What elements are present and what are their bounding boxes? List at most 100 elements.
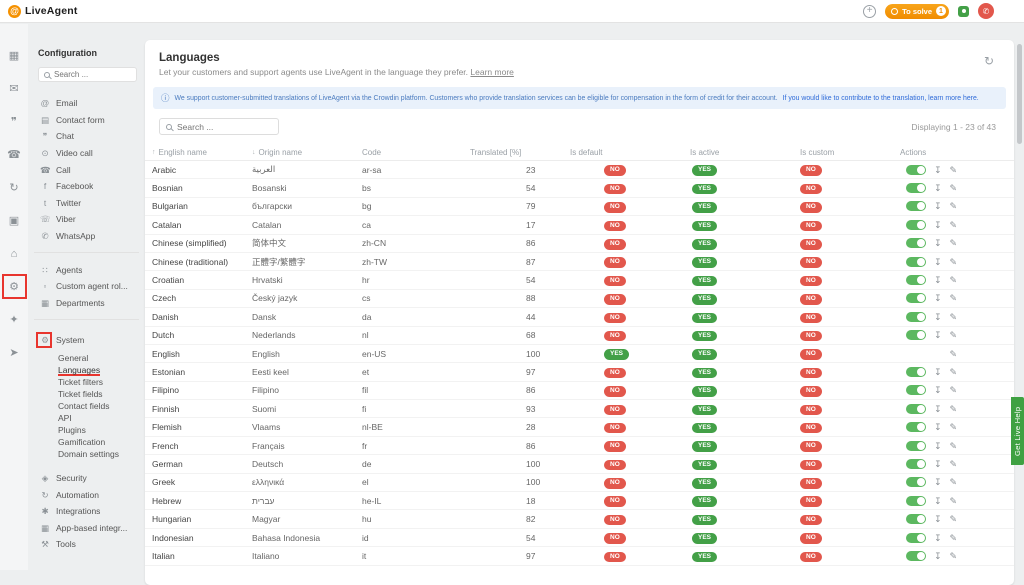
history-icon[interactable]: ↻ <box>9 182 18 194</box>
tickets-icon[interactable]: ▣ <box>9 215 19 227</box>
table-row[interactable]: Italian Italiano it 97 NO YES NO ↧ ✎ <box>145 547 1014 565</box>
edit-icon[interactable]: ✎ <box>950 257 958 267</box>
banner-learn-more-link[interactable]: If you would like to contribute to the t… <box>783 95 979 102</box>
active-toggle[interactable] <box>906 551 926 561</box>
table-row[interactable]: Croatian Hrvatski hr 54 NO YES NO ↧ ✎ <box>145 271 1014 289</box>
active-toggle[interactable] <box>906 496 926 506</box>
download-icon[interactable]: ↧ <box>934 514 942 524</box>
table-row[interactable]: Chinese (traditional) 正體字/繁體字 zh-TW 87 N… <box>145 253 1014 271</box>
sidebar-item-automation[interactable]: ↻ Automation <box>28 486 145 503</box>
sidebar-item-app-based-integr[interactable]: ▦ App-based integr... <box>28 520 145 537</box>
download-icon[interactable]: ↧ <box>934 477 942 487</box>
sidebar-item-call[interactable]: ☎ Call <box>28 161 145 178</box>
gamification-icon[interactable]: ✦ <box>9 314 18 326</box>
download-icon[interactable]: ↧ <box>934 183 942 193</box>
edit-icon[interactable]: ✎ <box>950 404 958 414</box>
download-icon[interactable]: ↧ <box>934 551 942 561</box>
active-toggle[interactable] <box>906 201 926 211</box>
active-toggle[interactable] <box>906 422 926 432</box>
to-solve-button[interactable]: To solve 1 <box>885 4 949 19</box>
scrollbar-thumb[interactable] <box>1017 44 1022 144</box>
phone-button[interactable]: ✆ <box>978 3 994 19</box>
table-row[interactable]: Bosnian Bosanski bs 54 NO YES NO ↧ ✎ <box>145 179 1014 197</box>
sidebar-item-chat[interactable]: ❞ Chat <box>28 128 145 145</box>
get-live-help-button[interactable]: Get Live Help <box>1011 397 1024 465</box>
liveagent-logo[interactable]: @ LiveAgent <box>8 5 78 18</box>
online-status-button[interactable] <box>958 6 969 17</box>
edit-icon[interactable]: ✎ <box>950 238 958 248</box>
sidebar-item-security[interactable]: ◈ Security <box>28 470 145 487</box>
active-toggle[interactable] <box>906 275 926 285</box>
settings-icon[interactable]: ⚙ <box>9 281 19 293</box>
table-row[interactable]: Hungarian Magyar hu 82 NO YES NO ↧ ✎ <box>145 510 1014 528</box>
edit-icon[interactable]: ✎ <box>950 220 958 230</box>
active-toggle[interactable] <box>906 404 926 414</box>
download-icon[interactable]: ↧ <box>934 422 942 432</box>
table-row[interactable]: Catalan Catalan ca 17 NO YES NO ↧ ✎ <box>145 216 1014 234</box>
active-toggle[interactable] <box>906 459 926 469</box>
sidebar-item-integrations[interactable]: ✱ Integrations <box>28 503 145 520</box>
download-icon[interactable]: ↧ <box>934 367 942 377</box>
download-icon[interactable]: ↧ <box>934 165 942 175</box>
sidebar-item-custom-agent-rol[interactable]: ▫ Custom agent rol... <box>28 278 145 295</box>
phone-icon[interactable]: ☎ <box>7 149 21 161</box>
sidebar-item-ticket-filters[interactable]: Ticket filters <box>58 376 145 388</box>
academy-icon[interactable]: ⌂ <box>11 248 18 260</box>
mail-icon[interactable]: ✉ <box>9 83 18 95</box>
download-icon[interactable]: ↧ <box>934 441 942 451</box>
download-icon[interactable]: ↧ <box>934 257 942 267</box>
edit-icon[interactable]: ✎ <box>950 349 958 359</box>
active-toggle[interactable] <box>906 293 926 303</box>
table-row[interactable]: Hebrew עברית he-IL 18 NO YES NO ↧ ✎ <box>145 492 1014 510</box>
table-search-input[interactable] <box>177 122 272 132</box>
sidebar-item-tools[interactable]: ⚒ Tools <box>28 536 145 553</box>
download-icon[interactable]: ↧ <box>934 293 942 303</box>
table-search[interactable] <box>159 118 279 135</box>
edit-icon[interactable]: ✎ <box>950 275 958 285</box>
table-row[interactable]: Danish Dansk da 44 NO YES NO ↧ ✎ <box>145 308 1014 326</box>
edit-icon[interactable]: ✎ <box>950 514 958 524</box>
sidebar-item-email[interactable]: @ Email <box>28 95 145 112</box>
edit-icon[interactable]: ✎ <box>950 330 958 340</box>
active-toggle[interactable] <box>906 238 926 248</box>
download-icon[interactable]: ↧ <box>934 385 942 395</box>
edit-icon[interactable]: ✎ <box>950 551 958 561</box>
chat-icon[interactable]: ❞ <box>11 116 17 128</box>
sidebar-item-contact-form[interactable]: ▤ Contact form <box>28 112 145 129</box>
active-toggle[interactable] <box>906 165 926 175</box>
table-row[interactable]: Flemish Vlaams nl-BE 28 NO YES NO ↧ ✎ <box>145 418 1014 436</box>
sidebar-item-system[interactable]: ⚙ System <box>28 332 145 349</box>
edit-icon[interactable]: ✎ <box>950 459 958 469</box>
table-row[interactable]: French Français fr 86 NO YES NO ↧ ✎ <box>145 437 1014 455</box>
active-toggle[interactable] <box>906 183 926 193</box>
edit-icon[interactable]: ✎ <box>950 385 958 395</box>
active-toggle[interactable] <box>906 514 926 524</box>
download-icon[interactable]: ↧ <box>934 312 942 322</box>
active-toggle[interactable] <box>906 367 926 377</box>
table-row[interactable]: German Deutsch de 100 NO YES NO ↧ ✎ <box>145 455 1014 473</box>
sidebar-item-api[interactable]: API <box>58 412 145 424</box>
active-toggle[interactable] <box>906 441 926 451</box>
sidebar-item-whatsapp[interactable]: ✆ WhatsApp <box>28 228 145 245</box>
sidebar-item-ticket-fields[interactable]: Ticket fields <box>58 388 145 400</box>
table-row[interactable]: Indonesian Bahasa Indonesia id 54 NO YES… <box>145 529 1014 547</box>
edit-icon[interactable]: ✎ <box>950 496 958 506</box>
table-row[interactable]: Arabic العربية ar-sa 23 NO YES NO ↧ ✎ <box>145 161 1014 179</box>
table-row[interactable]: Estonian Eesti keel et 97 NO YES NO ↧ ✎ <box>145 363 1014 381</box>
sidebar-item-video-call[interactable]: ⊙ Video call <box>28 145 145 162</box>
download-icon[interactable]: ↧ <box>934 330 942 340</box>
download-icon[interactable]: ↧ <box>934 275 942 285</box>
table-row[interactable]: Dutch Nederlands nl 68 NO YES NO ↧ ✎ <box>145 327 1014 345</box>
download-icon[interactable]: ↧ <box>934 533 942 543</box>
active-toggle[interactable] <box>906 477 926 487</box>
download-icon[interactable]: ↧ <box>934 238 942 248</box>
table-row[interactable]: Bulgarian български bg 79 NO YES NO ↧ ✎ <box>145 198 1014 216</box>
active-toggle[interactable] <box>906 385 926 395</box>
active-toggle[interactable] <box>906 257 926 267</box>
sidebar-item-plugins[interactable]: Plugins <box>58 424 145 436</box>
edit-icon[interactable]: ✎ <box>950 312 958 322</box>
table-row[interactable]: Chinese (simplified) 简体中文 zh-CN 86 NO YE… <box>145 235 1014 253</box>
add-icon[interactable]: + <box>863 5 876 18</box>
table-row[interactable]: English English en-US 100 YES YES NO ↧ ✎ <box>145 345 1014 363</box>
edit-icon[interactable]: ✎ <box>950 367 958 377</box>
